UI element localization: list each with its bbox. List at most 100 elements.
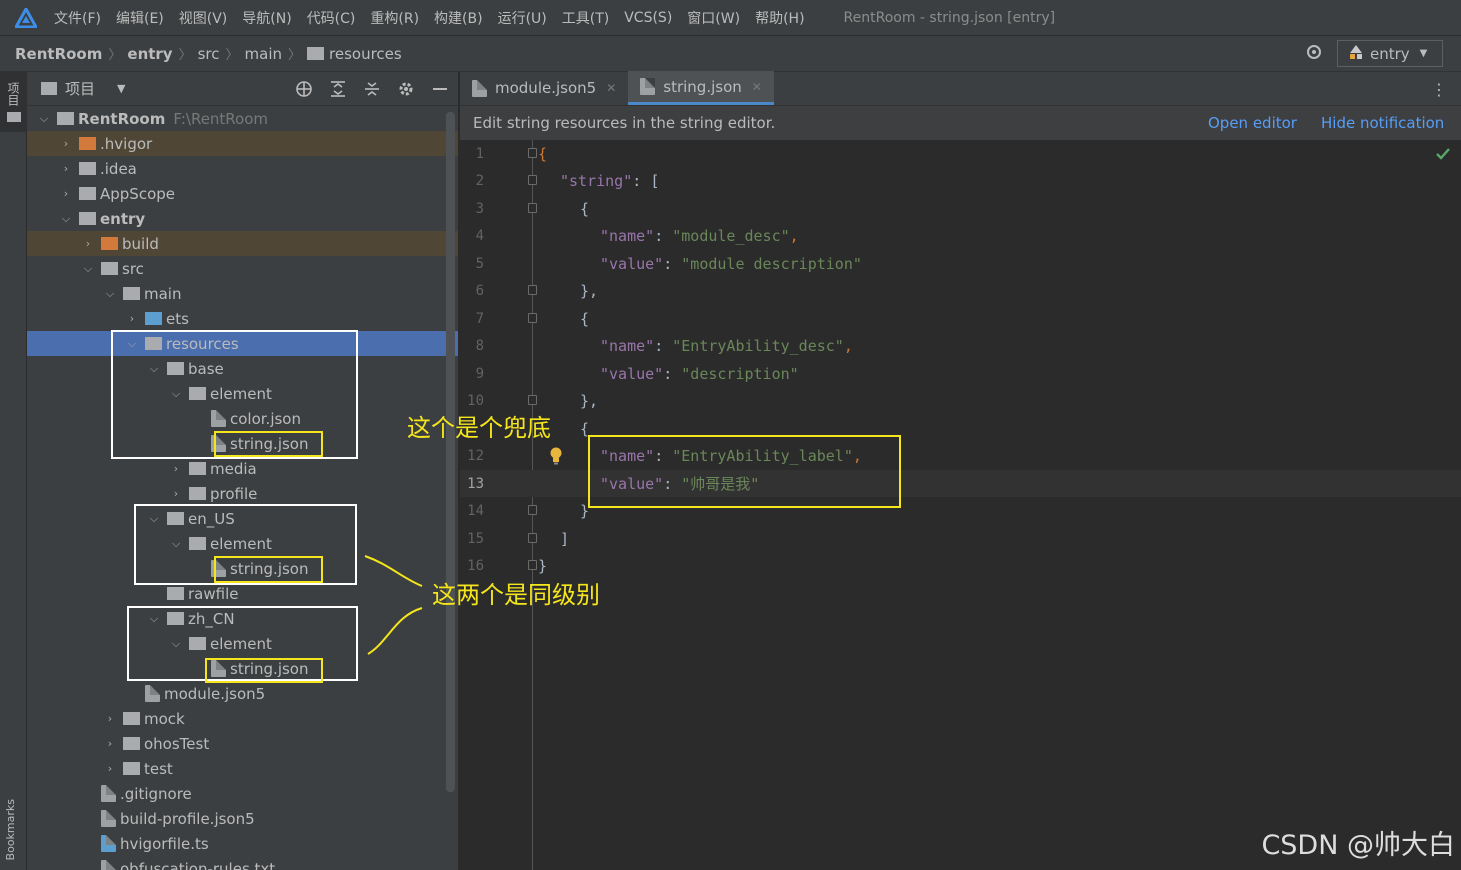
- breadcrumb: RentRoom 〉 entry 〉 src 〉 main 〉 resource…: [0, 36, 1461, 72]
- target-icon[interactable]: [1305, 43, 1323, 65]
- fold-marker-icon[interactable]: [528, 203, 537, 213]
- menu-refactor[interactable]: 重构(R): [370, 8, 419, 28]
- run-config-selector[interactable]: entry ▼: [1337, 40, 1443, 67]
- code-punct: [: [650, 171, 660, 190]
- code-punct: },: [580, 391, 599, 410]
- fold-marker-icon[interactable]: [528, 395, 537, 405]
- menu-build[interactable]: 构建(B): [434, 8, 483, 28]
- tree-item-gitignore[interactable]: › .gitignore: [27, 781, 458, 806]
- tree-item-mock[interactable]: › mock: [27, 706, 458, 731]
- menu-window[interactable]: 窗口(W): [687, 8, 740, 28]
- menu-file[interactable]: 文件(F): [54, 8, 101, 28]
- fold-marker-icon[interactable]: [528, 505, 537, 515]
- menu-vcs[interactable]: VCS(S): [624, 10, 672, 26]
- collapse-all-icon[interactable]: [362, 79, 382, 99]
- chevron-right-icon[interactable]: ›: [169, 462, 183, 475]
- chevron-right-icon[interactable]: ›: [59, 187, 73, 200]
- fold-marker-icon[interactable]: [528, 175, 537, 185]
- tree-item-hvigorfile[interactable]: › hvigorfile.ts: [27, 831, 458, 856]
- tree-item-module-json5[interactable]: › module.json5: [27, 681, 458, 706]
- fold-marker-icon[interactable]: [528, 560, 537, 570]
- close-icon[interactable]: ✕: [752, 80, 762, 94]
- expand-all-icon[interactable]: [328, 79, 348, 99]
- chevron-down-icon[interactable]: ⌵: [37, 112, 51, 126]
- tree-item-entry[interactable]: ⌵ entry: [27, 206, 458, 231]
- folder-icon: [123, 737, 140, 750]
- chevron-right-icon[interactable]: ›: [125, 312, 139, 325]
- fold-marker-icon[interactable]: [528, 285, 537, 295]
- tree-item-build[interactable]: › build: [27, 231, 458, 256]
- tree-item-src[interactable]: ⌵ src: [27, 256, 458, 281]
- tree-item-hvigor[interactable]: › .hvigor: [27, 131, 458, 156]
- more-vertical-icon[interactable]: ⋮: [1431, 80, 1447, 99]
- tree-item-obfuscation-rules[interactable]: › obfuscation-rules.txt: [27, 856, 458, 870]
- project-tool-tab[interactable]: 项目: [0, 72, 27, 132]
- line-number: 4: [475, 227, 484, 244]
- breadcrumb-separator: 〉: [288, 48, 302, 63]
- tree-item-idea[interactable]: › .idea: [27, 156, 458, 181]
- tree-item-build-profile[interactable]: › build-profile.json5: [27, 806, 458, 831]
- minimize-icon[interactable]: [430, 79, 450, 99]
- chevron-right-icon[interactable]: ›: [81, 237, 95, 250]
- tree-item-label: hvigorfile.ts: [120, 834, 209, 853]
- chevron-right-icon[interactable]: ›: [103, 712, 117, 725]
- tree-item-ohostest[interactable]: › ohosTest: [27, 731, 458, 756]
- code-text: {: [580, 310, 589, 328]
- tab-string-json[interactable]: string.json ✕: [628, 71, 774, 105]
- chevron-right-icon[interactable]: ›: [59, 162, 73, 175]
- chevron-down-icon: ▼: [1419, 48, 1428, 59]
- tree-item-media[interactable]: › media: [27, 456, 458, 481]
- left-tool-strip: 项目 Bookmarks: [0, 72, 27, 870]
- open-editor-link[interactable]: Open editor: [1208, 114, 1297, 132]
- menu-view[interactable]: 视图(V): [179, 8, 228, 28]
- fold-marker-icon[interactable]: [528, 313, 537, 323]
- fold-marker-icon[interactable]: [528, 533, 537, 543]
- bookmarks-tool-tab[interactable]: Bookmarks: [4, 799, 17, 860]
- chevron-down-icon[interactable]: ⌵: [81, 262, 95, 276]
- breadcrumb-item-rentroom[interactable]: RentRoom: [15, 45, 102, 63]
- tree-item-label: ets: [166, 309, 189, 328]
- chevron-down-icon[interactable]: ⌵: [103, 287, 117, 301]
- project-panel-scrollbar[interactable]: [446, 112, 455, 792]
- chevron-right-icon[interactable]: ›: [169, 487, 183, 500]
- lightbulb-icon[interactable]: [549, 447, 563, 465]
- line-number: 5: [475, 255, 484, 272]
- menu-tools[interactable]: 工具(T): [562, 8, 609, 28]
- folder-icon: [189, 462, 206, 475]
- chevron-down-icon[interactable]: ▼: [117, 82, 125, 95]
- fold-marker-icon[interactable]: [528, 148, 537, 158]
- tree-item-label: entry: [100, 209, 146, 228]
- breadcrumb-item-entry[interactable]: entry: [127, 45, 172, 63]
- breadcrumb-item-resources[interactable]: resources: [329, 45, 402, 63]
- gear-icon[interactable]: [396, 79, 416, 99]
- tree-item-ets[interactable]: › ets: [27, 306, 458, 331]
- tab-module-json5[interactable]: module.json5 ✕: [460, 71, 628, 105]
- tree-item-main[interactable]: ⌵ main: [27, 281, 458, 306]
- menu-navigate[interactable]: 导航(N): [242, 8, 291, 28]
- tree-item-label: build: [122, 234, 159, 253]
- locate-file-icon[interactable]: [294, 79, 314, 99]
- menu-edit[interactable]: 编辑(E): [116, 8, 164, 28]
- tree-item-label: .gitignore: [120, 784, 192, 803]
- code-string: "module_desc": [672, 226, 790, 245]
- project-panel-title[interactable]: 项目: [65, 78, 95, 99]
- breadcrumb-separator: 〉: [225, 48, 239, 63]
- chevron-right-icon[interactable]: ›: [103, 737, 117, 750]
- tree-item-rentroom[interactable]: ⌵ RentRoom F:\RentRoom: [27, 106, 458, 131]
- text-file-icon: [101, 860, 116, 870]
- tree-item-profile[interactable]: › profile: [27, 481, 458, 506]
- chevron-down-icon[interactable]: ⌵: [59, 212, 73, 226]
- tree-item-label: .idea: [100, 159, 137, 178]
- tree-item-test[interactable]: › test: [27, 756, 458, 781]
- chevron-right-icon[interactable]: ›: [59, 137, 73, 150]
- breadcrumb-item-src[interactable]: src: [198, 45, 220, 63]
- tree-item-appscope[interactable]: › AppScope: [27, 181, 458, 206]
- menu-code[interactable]: 代码(C): [307, 8, 356, 28]
- menu-help[interactable]: 帮助(H): [755, 8, 804, 28]
- chevron-right-icon[interactable]: ›: [103, 762, 117, 775]
- breadcrumb-item-main[interactable]: main: [245, 45, 282, 63]
- menu-run[interactable]: 运行(U): [498, 8, 547, 28]
- project-view-icon: [41, 82, 57, 95]
- hide-notification-link[interactable]: Hide notification: [1321, 114, 1444, 132]
- close-icon[interactable]: ✕: [606, 81, 616, 95]
